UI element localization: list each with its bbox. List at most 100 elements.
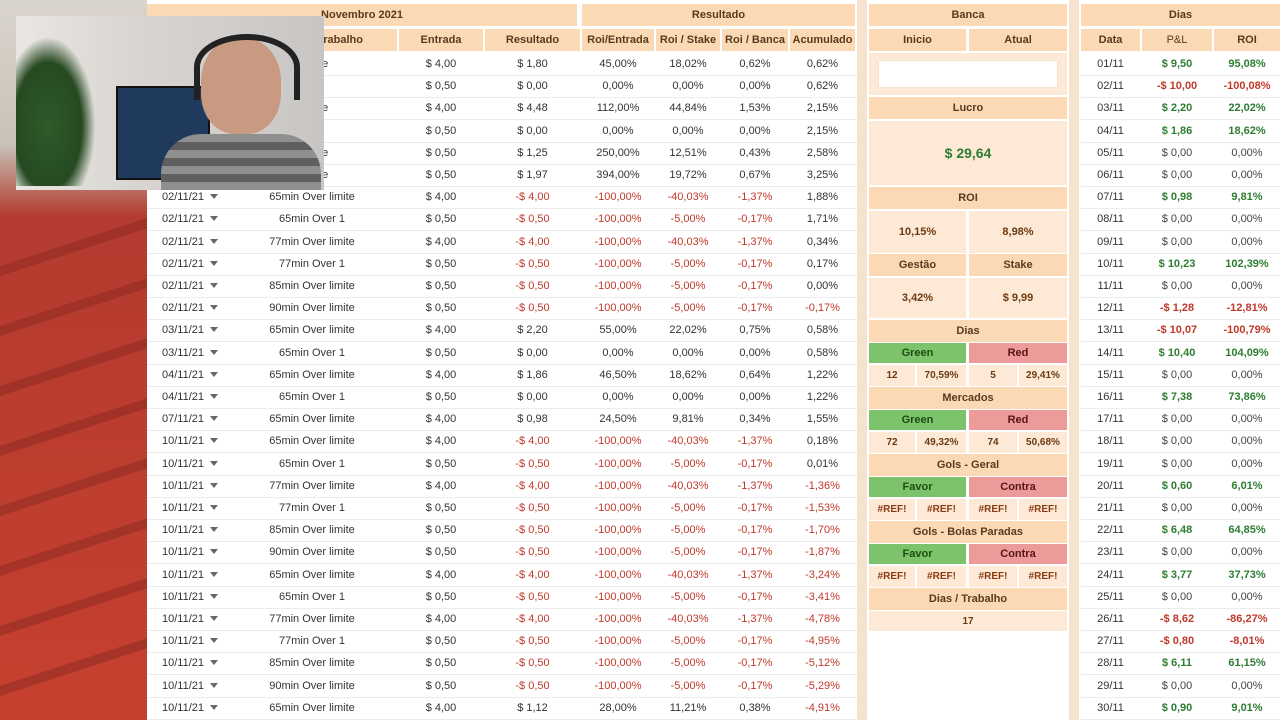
dias-pl-cell[interactable]: $ 0,00 (1142, 208, 1212, 230)
roi-entrada-cell[interactable]: -100,00% (582, 608, 654, 630)
resultado-cell[interactable]: -$ 0,50 (485, 275, 580, 297)
roi-entrada-cell[interactable]: 394,00% (582, 164, 654, 186)
market-cell[interactable]: 77min Over 1 (227, 497, 397, 519)
dias-roi-cell[interactable]: 102,39% (1214, 253, 1280, 275)
dias-roi-cell[interactable]: 0,00% (1214, 364, 1280, 386)
market-cell[interactable]: 90min Over limite (227, 541, 397, 563)
dias-pl-cell[interactable]: $ 0,00 (1142, 364, 1212, 386)
dropdown-arrow-icon[interactable] (210, 416, 218, 422)
roi-entrada-cell[interactable]: -100,00% (582, 275, 654, 297)
market-cell[interactable]: 77min Over 1 (227, 253, 397, 275)
dropdown-arrow-icon[interactable] (210, 482, 218, 488)
acumulado-cell[interactable]: 0,62% (790, 53, 855, 75)
resultado-cell[interactable]: $ 1,97 (485, 164, 580, 186)
dias-pl-cell[interactable]: $ 0,00 (1142, 497, 1212, 519)
dropdown-arrow-icon[interactable] (210, 438, 218, 444)
acumulado-cell[interactable]: 1,55% (790, 408, 855, 430)
dias-pl-cell[interactable]: -$ 0,80 (1142, 630, 1212, 652)
roi-stake-cell[interactable]: 11,21% (656, 697, 720, 719)
dias-date-cell[interactable]: 25/11 (1081, 586, 1140, 608)
dias-roi-cell[interactable]: 0,00% (1214, 497, 1280, 519)
acumulado-cell[interactable]: -0,17% (790, 297, 855, 319)
dias-date-cell[interactable]: 28/11 (1081, 652, 1140, 674)
dias-roi-cell[interactable]: 0,00% (1214, 541, 1280, 563)
acumulado-cell[interactable]: 0,58% (790, 319, 855, 341)
dropdown-arrow-icon[interactable] (210, 283, 218, 288)
dias-date-cell[interactable]: 26/11 (1081, 608, 1140, 630)
roi-banca-cell[interactable]: -0,17% (722, 297, 788, 319)
dias-date-cell[interactable]: 21/11 (1081, 497, 1140, 519)
dias-pl-cell[interactable]: $ 10,23 (1142, 253, 1212, 275)
date-cell[interactable]: 02/11/21 (147, 297, 219, 319)
dias-roi-cell[interactable]: -100,08% (1214, 75, 1280, 97)
entrada-cell[interactable]: $ 0,50 (399, 652, 483, 674)
dias-date-cell[interactable]: 12/11 (1081, 297, 1140, 319)
dias-date-cell[interactable]: 16/11 (1081, 386, 1140, 408)
roi-entrada-cell[interactable]: 55,00% (582, 319, 654, 341)
dias-pl-cell[interactable]: $ 7,38 (1142, 386, 1212, 408)
dias-roi-cell[interactable]: 22,02% (1214, 97, 1280, 119)
resultado-cell[interactable]: -$ 0,50 (485, 652, 580, 674)
market-cell[interactable]: 65min Over 1 (227, 208, 397, 230)
acumulado-cell[interactable]: -1,53% (790, 497, 855, 519)
dias-date-cell[interactable]: 04/11 (1081, 120, 1140, 142)
acumulado-cell[interactable]: -5,12% (790, 652, 855, 674)
market-cell[interactable]: 77min Over 1 (227, 630, 397, 652)
market-cell[interactable]: 65min Over 1 (227, 453, 397, 475)
resultado-cell[interactable]: -$ 0,50 (485, 541, 580, 563)
roi-banca-cell[interactable]: -1,37% (722, 564, 788, 586)
entrada-cell[interactable]: $ 0,50 (399, 630, 483, 652)
acumulado-cell[interactable]: 2,15% (790, 97, 855, 119)
roi-banca-cell[interactable]: -0,17% (722, 652, 788, 674)
date-cell[interactable]: 10/11/21 (147, 541, 219, 563)
entrada-cell[interactable]: $ 4,00 (399, 475, 483, 497)
dias-roi-cell[interactable]: 0,00% (1214, 275, 1280, 297)
dias-date-cell[interactable]: 03/11 (1081, 97, 1140, 119)
roi-stake-cell[interactable]: 0,00% (656, 342, 720, 364)
roi-banca-cell[interactable]: 0,00% (722, 120, 788, 142)
roi-banca-cell[interactable]: -0,17% (722, 208, 788, 230)
acumulado-cell[interactable]: -1,70% (790, 519, 855, 541)
dias-date-cell[interactable]: 22/11 (1081, 519, 1140, 541)
roi-entrada-cell[interactable]: 250,00% (582, 142, 654, 164)
dias-date-cell[interactable]: 14/11 (1081, 342, 1140, 364)
dias-roi-cell[interactable]: 73,86% (1214, 386, 1280, 408)
roi-banca-cell[interactable]: 0,00% (722, 386, 788, 408)
resultado-cell[interactable]: $ 1,12 (485, 697, 580, 719)
dias-pl-cell[interactable]: $ 2,20 (1142, 97, 1212, 119)
acumulado-cell[interactable]: 2,15% (790, 120, 855, 142)
roi-stake-cell[interactable]: -5,00% (656, 297, 720, 319)
roi-stake-cell[interactable]: -40,03% (656, 475, 720, 497)
roi-stake-cell[interactable]: 0,00% (656, 386, 720, 408)
dropdown-arrow-icon[interactable] (210, 327, 218, 333)
entrada-cell[interactable]: $ 0,50 (399, 586, 483, 608)
resultado-cell[interactable]: $ 2,20 (485, 319, 580, 341)
entrada-cell[interactable]: $ 0,50 (399, 675, 483, 697)
roi-banca-cell[interactable]: 0,75% (722, 319, 788, 341)
dropdown-arrow-icon[interactable] (210, 394, 218, 399)
dropdown-arrow-icon[interactable] (210, 216, 218, 222)
dias-pl-cell[interactable]: $ 0,00 (1142, 142, 1212, 164)
roi-banca-cell[interactable]: -0,17% (722, 630, 788, 652)
acumulado-cell[interactable]: -1,87% (790, 541, 855, 563)
dias-date-cell[interactable]: 11/11 (1081, 275, 1140, 297)
date-cell[interactable]: 04/11/21 (147, 386, 219, 408)
roi-entrada-cell[interactable]: -100,00% (582, 186, 654, 208)
dias-pl-cell[interactable]: $ 1,86 (1142, 120, 1212, 142)
dropdown-arrow-icon[interactable] (210, 460, 218, 466)
dropdown-arrow-icon[interactable] (210, 682, 218, 688)
roi-banca-cell[interactable]: 0,00% (722, 342, 788, 364)
dias-pl-cell[interactable]: $ 9,50 (1142, 53, 1212, 75)
entrada-cell[interactable]: $ 0,50 (399, 75, 483, 97)
roi-banca-cell[interactable]: -0,17% (722, 519, 788, 541)
dias-roi-cell[interactable]: -100,79% (1214, 319, 1280, 341)
acumulado-cell[interactable]: 1,88% (790, 186, 855, 208)
entrada-cell[interactable]: $ 0,50 (399, 120, 483, 142)
market-cell[interactable]: 65min Over limite (227, 364, 397, 386)
dias-date-cell[interactable]: 05/11 (1081, 142, 1140, 164)
date-cell[interactable]: 10/11/21 (147, 630, 219, 652)
dropdown-arrow-icon[interactable] (210, 616, 218, 621)
resultado-cell[interactable]: -$ 0,50 (485, 208, 580, 230)
roi-banca-cell[interactable]: 1,53% (722, 97, 788, 119)
date-cell[interactable]: 02/11/21 (147, 208, 219, 230)
